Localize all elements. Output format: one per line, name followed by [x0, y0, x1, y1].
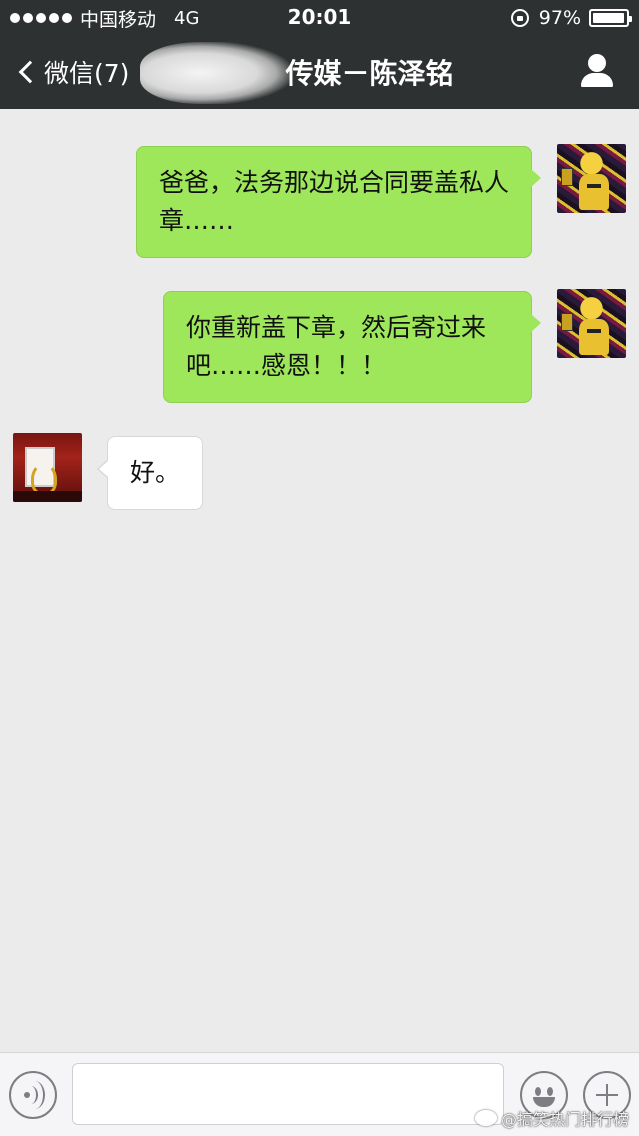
- chat-info-button[interactable]: [579, 54, 615, 90]
- message-bubble[interactable]: 爸爸，法务那边说合同要盖私人章……: [136, 146, 541, 258]
- emoji-icon: [535, 1087, 541, 1096]
- chat-header: 微信(7) 传媒－陈泽铭: [0, 36, 639, 109]
- my-avatar[interactable]: [557, 144, 626, 213]
- status-bar: 中国移动 4G 20:01 97%: [0, 0, 639, 36]
- message-input[interactable]: [72, 1063, 504, 1125]
- status-right: 97%: [510, 7, 632, 29]
- watermark: @搞笑热门排行榜: [474, 1106, 629, 1130]
- my-avatar[interactable]: [557, 289, 626, 358]
- contact-avatar[interactable]: [13, 433, 82, 502]
- chat-title: 传媒－陈泽铭: [285, 57, 454, 90]
- battery-percent: 97%: [538, 7, 581, 29]
- weibo-icon: [474, 1110, 497, 1126]
- voice-button[interactable]: [9, 1071, 57, 1119]
- message-bubble[interactable]: 你重新盖下章，然后寄过来吧……感恩！！！: [163, 291, 541, 403]
- rotation-lock-icon: [510, 9, 529, 27]
- watermark-text: @搞笑热门排行榜: [500, 1110, 629, 1129]
- message-text: 好。: [130, 458, 181, 487]
- battery-fill: [593, 13, 625, 23]
- message-bubble[interactable]: 好。: [97, 436, 203, 510]
- battery-icon: [589, 9, 632, 27]
- chat-screen: 中国移动 4G 20:01 97% 微信(7) 传媒－陈泽铭 爸爸，法务那边说合…: [0, 0, 639, 1136]
- person-icon: [588, 54, 606, 72]
- message-text: 你重新盖下章，然后寄过来吧……感恩！！！: [186, 313, 487, 380]
- message-text: 爸爸，法务那边说合同要盖私人章……: [159, 168, 510, 235]
